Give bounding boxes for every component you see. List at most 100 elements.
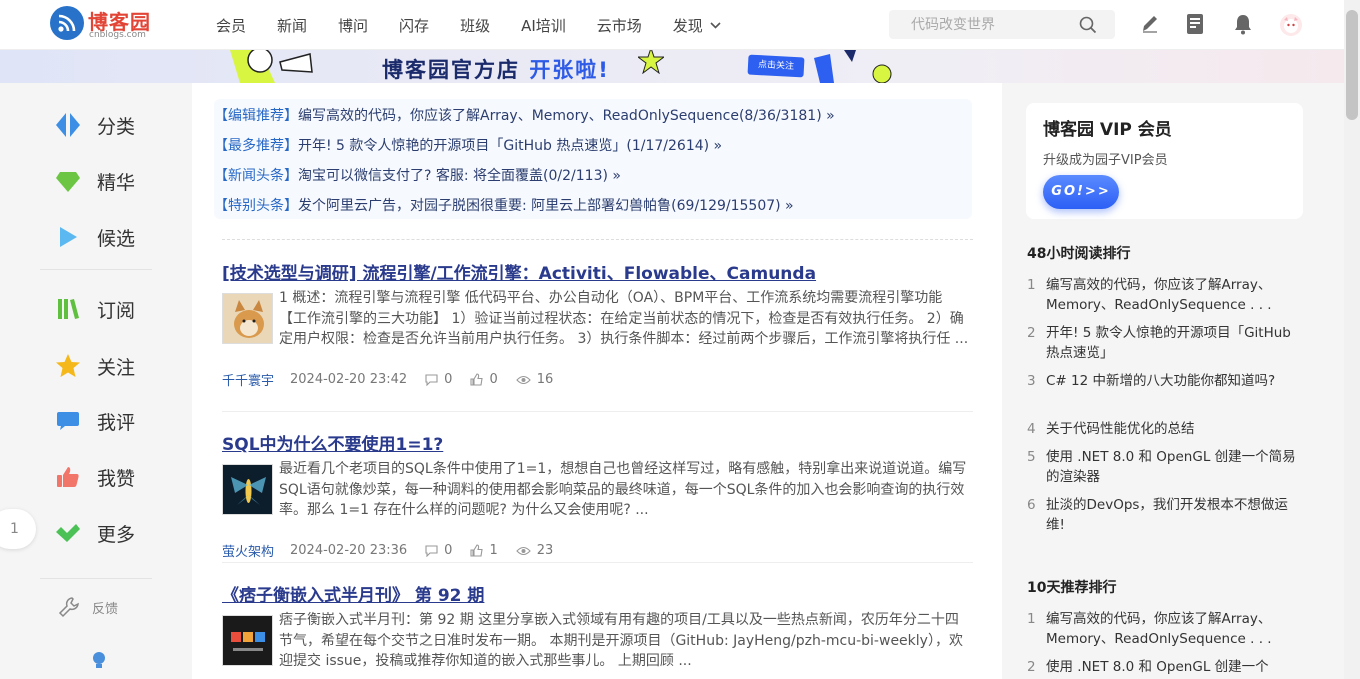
sidebar-item-follow[interactable]: 关注	[55, 351, 135, 381]
post-views: 16	[515, 372, 553, 387]
post-title[interactable]: 《痞子衡嵌入式半月刊》 第 92 期	[222, 581, 484, 606]
headline-text: 编写高效的代码，你应该了解Array、Memory、ReadOnlySequen…	[298, 108, 835, 124]
post-comments[interactable]: 0	[425, 543, 452, 558]
eye-icon	[515, 375, 531, 384]
nav-ai-training[interactable]: AI培训	[521, 15, 566, 36]
sidebar-item-label: 我赞	[97, 467, 136, 490]
headline-item[interactable]: 【最多推荐】开年! 5 款令人惊艳的开源项目「GitHub 热点速览」(1/17…	[214, 135, 722, 155]
eye-icon	[515, 546, 531, 555]
post-title[interactable]: SQL中为什么不要使用1=1?	[222, 430, 443, 455]
post-author[interactable]: 萤火架构	[222, 541, 274, 560]
headline-item[interactable]: 【编辑推荐】编写高效的代码，你应该了解Array、Memory、ReadOnly…	[214, 105, 835, 125]
feedback-label: 反馈	[92, 601, 119, 617]
rank-number: 2	[1027, 325, 1036, 341]
star-icon	[55, 353, 81, 379]
vip-subtitle: 升级成为园子VIP会员	[1043, 153, 1168, 168]
sidebar-item-my-likes[interactable]: 我赞	[55, 462, 135, 492]
sidebar-item-my-comments[interactable]: 我评	[55, 406, 135, 436]
vip-card: 博客园 VIP 会员 升级成为园子VIP会员 GO!>>	[1026, 103, 1303, 219]
rank-number: 1	[1027, 277, 1036, 293]
comment-count: 0	[444, 543, 453, 558]
post-comments[interactable]: 0	[425, 372, 452, 387]
nav-discover-label: 发现	[672, 16, 703, 35]
rank-48h-item[interactable]: 1 编写高效的代码，你应该了解Array、Memory、ReadOnlySeque…	[1027, 275, 1297, 315]
rank-10d-item[interactable]: 1 编写高效的代码，你应该了解Array、Memory、ReadOnlySeque…	[1027, 609, 1297, 649]
post-divider	[222, 562, 973, 563]
sidebar-item-label: 精华	[97, 171, 136, 194]
post-date: 2024-02-20 23:42	[290, 372, 408, 387]
nav-questions[interactable]: 博问	[338, 15, 368, 36]
banner-title: 博客园官方店 开张啦!	[382, 54, 610, 83]
banner-follow-button[interactable]: 点击关注	[747, 54, 805, 78]
nav-discover[interactable]: 发现	[673, 15, 721, 36]
nav-flash[interactable]: 闪存	[399, 15, 429, 36]
sidebar-feedback[interactable]: 反馈	[58, 596, 118, 618]
page-indicator[interactable]: 1	[0, 509, 36, 549]
sidebar-item-essence[interactable]: 精华	[55, 166, 135, 196]
top-header: 博客园 cnblogs.com 会员 新闻 博问 闪存 班级 AI培训 云市场 …	[0, 0, 1344, 50]
sidebar-item-more[interactable]: 更多	[55, 518, 135, 548]
post-author[interactable]: 千千寰宇	[222, 370, 274, 389]
author-avatar[interactable]	[222, 293, 273, 344]
sidebar-item-candidate[interactable]: 候选	[55, 222, 135, 252]
nav-cloud-market[interactable]: 云市场	[597, 15, 642, 36]
diamond-split-icon	[55, 112, 81, 138]
page-scrollbar[interactable]	[1344, 0, 1360, 679]
thumbs-up-icon	[470, 373, 484, 386]
author-avatar[interactable]	[222, 464, 273, 515]
checkmark-icon	[55, 520, 81, 546]
sidebar-item-label: 更多	[97, 523, 136, 546]
rank-text: 编写高效的代码，你应该了解Array、Memory、ReadOnlySequen…	[1046, 277, 1272, 313]
post-divider	[222, 411, 973, 412]
headline-tag: 【最多推荐】	[214, 138, 298, 154]
avatar-icon	[1284, 17, 1298, 33]
comment-icon	[425, 373, 438, 386]
like-count: 0	[489, 372, 498, 387]
comment-count: 0	[444, 372, 453, 387]
wrench-icon	[58, 597, 79, 618]
nav-news[interactable]: 新闻	[277, 15, 307, 36]
bell-icon[interactable]	[1233, 13, 1253, 35]
comment-icon	[425, 544, 438, 557]
sidebar-item-subscribe[interactable]: 订阅	[55, 294, 135, 324]
rank-48h-item[interactable]: 2 开年! 5 款令人惊艳的开源项目「GitHub 热点速览」	[1027, 323, 1297, 363]
vip-title: 博客园 VIP 会员	[1043, 120, 1172, 140]
right-sidebar: 博客园 VIP 会员 升级成为园子VIP会员 GO!>> 48小时阅读排行 1编…	[1003, 83, 1343, 679]
search-icon[interactable]	[1079, 16, 1097, 34]
rank-48h-item[interactable]: 3 C# 12 中新增的八大功能你都知道吗?	[1027, 371, 1297, 391]
rank-48h-item[interactable]: 5 使用 .NET 8.0 和 OpenGL 创建一个简易的渲染器	[1027, 447, 1297, 487]
thumbs-up-icon	[470, 544, 484, 557]
vip-go-button[interactable]: GO!>>	[1043, 175, 1119, 209]
sidebar-item-category[interactable]: 分类	[55, 110, 135, 140]
rank-10d-item[interactable]: 2 使用 .NET 8.0 和 OpenGL 创建一个	[1027, 657, 1297, 677]
post-likes[interactable]: 0	[470, 372, 498, 387]
post-likes[interactable]: 1	[470, 543, 498, 558]
pencil-icon[interactable]	[1140, 13, 1160, 35]
rank-number: 1	[1027, 611, 1036, 627]
author-avatar[interactable]	[222, 615, 273, 666]
post-title[interactable]: [技术选型与调研] 流程引擎/工作流引擎：Activiti、Flowable、C…	[222, 259, 816, 284]
post-date: 2024-02-20 23:36	[290, 543, 408, 558]
rank-text: C# 12 中新增的八大功能你都知道吗?	[1046, 373, 1276, 389]
nav-class[interactable]: 班级	[460, 15, 490, 36]
cnblogs-logo[interactable]: 博客园 cnblogs.com	[50, 6, 160, 44]
rank-48h-item[interactable]: 6 扯淡的DevOps，我们开发根本不想做运维!	[1027, 495, 1297, 535]
headline-item[interactable]: 【特别头条】发个阿里云广告，对园子脱困很重要: 阿里云上部署幻兽帕鲁(69/12…	[214, 195, 794, 215]
document-icon[interactable]	[1186, 13, 1204, 35]
user-avatar[interactable]	[1280, 14, 1302, 36]
headline-tag: 【特别头条】	[214, 198, 298, 214]
lightbulb-icon[interactable]	[91, 651, 107, 671]
like-count: 1	[489, 543, 498, 558]
nav-member[interactable]: 会员	[216, 15, 246, 36]
rank-number: 5	[1027, 449, 1036, 465]
banner-character-icon	[230, 50, 313, 83]
search-input[interactable]	[889, 10, 1079, 39]
headline-item[interactable]: 【新闻头条】淘宝可以微信支付了? 客服: 将全面覆盖(0/2/113) »	[214, 165, 621, 185]
firefly-avatar-icon	[223, 465, 272, 514]
sidebar-item-label: 订阅	[97, 299, 136, 322]
promo-banner[interactable]: 博客园官方店 开张啦! 点击关注	[0, 50, 1344, 83]
rank-48h-item[interactable]: 4 关于代码性能优化的总结	[1027, 419, 1297, 439]
headline-text: 开年! 5 款令人惊艳的开源项目「GitHub 热点速览」(1/17/2614)…	[298, 138, 723, 154]
scrollbar-thumb[interactable]	[1346, 10, 1358, 120]
rank-text: 使用 .NET 8.0 和 OpenGL 创建一个简易的渲染器	[1046, 449, 1296, 485]
